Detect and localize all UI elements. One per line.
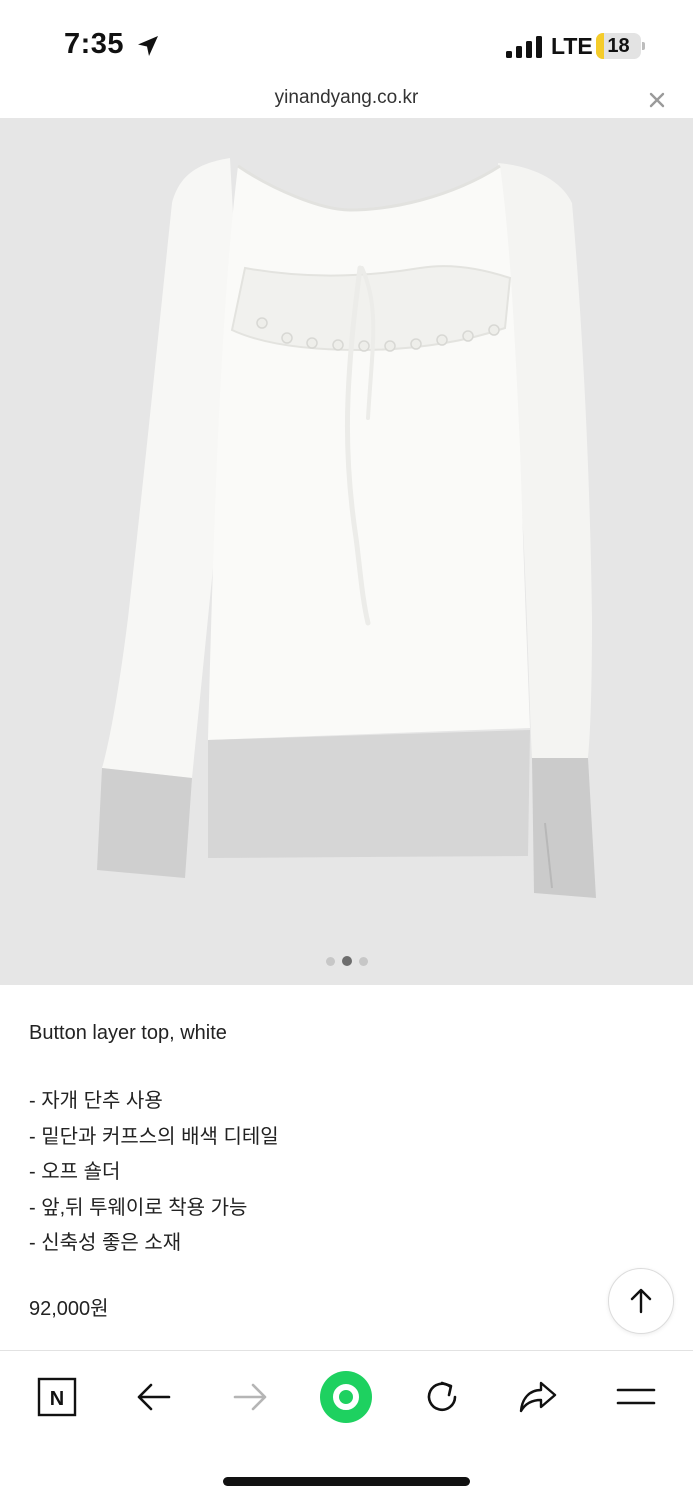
- feature-item: - 앞,뒤 투웨이로 착용 가능: [29, 1196, 248, 1219]
- network-type: LTE: [551, 33, 593, 59]
- feature-item: - 오프 숄더: [29, 1161, 121, 1183]
- arrow-right-icon: [233, 1383, 267, 1411]
- arrow-left-icon: [137, 1383, 171, 1411]
- battery-percent: 18: [607, 35, 630, 57]
- naver-home-button[interactable]: N: [29, 1369, 85, 1425]
- product-title: Button layer top, white: [29, 1022, 227, 1044]
- carousel-dot[interactable]: [325, 956, 335, 966]
- carousel-dots: [0, 954, 693, 968]
- feature-item: - 자개 단추 사용: [29, 1090, 163, 1112]
- battery-indicator: 18: [596, 33, 646, 59]
- url-text[interactable]: yinandyang.co.kr: [0, 86, 693, 110]
- home-indicator: [223, 1477, 470, 1486]
- product-image-carousel[interactable]: [0, 118, 693, 985]
- scroll-to-top-button[interactable]: [608, 1268, 674, 1334]
- forward-button[interactable]: [222, 1369, 278, 1425]
- cellular-signal-icon: [506, 36, 542, 58]
- share-button[interactable]: [510, 1369, 566, 1425]
- status-time: 7:35: [64, 28, 125, 60]
- browser-toolbar: N: [0, 1350, 693, 1500]
- menu-icon: [616, 1388, 656, 1405]
- white-long-sleeve-top-image: [97, 158, 596, 898]
- product-price: 92,000원: [29, 1298, 109, 1320]
- green-dot-button[interactable]: [318, 1369, 374, 1425]
- back-button[interactable]: [126, 1369, 182, 1425]
- reload-icon: [427, 1381, 457, 1412]
- carousel-dot-active[interactable]: [341, 956, 352, 966]
- product-description: Button layer top, white - 자개 단추 사용 - 밑단과…: [29, 1018, 649, 1262]
- svg-text:N: N: [50, 1388, 64, 1410]
- share-icon: [519, 1381, 557, 1413]
- feature-list: - 자개 단추 사용 - 밑단과 커프스의 배색 디테일 - 오프 숄더 - 앞…: [29, 1084, 649, 1262]
- menu-button[interactable]: [608, 1369, 664, 1425]
- carousel-dot[interactable]: [358, 956, 368, 966]
- feature-item: - 밑단과 커프스의 배색 디테일: [29, 1125, 279, 1148]
- url-bar: yinandyang.co.kr: [0, 86, 693, 118]
- status-bar: 7:35 LTE 18: [0, 0, 693, 86]
- close-icon[interactable]: [645, 88, 669, 112]
- naver-n-icon: N: [37, 1377, 77, 1417]
- location-arrow-icon: [138, 36, 158, 56]
- green-dot-icon: [320, 1371, 372, 1423]
- feature-item: - 신축성 좋은 소재: [29, 1232, 182, 1254]
- reload-button[interactable]: [414, 1369, 470, 1425]
- arrow-up-icon: [630, 1288, 652, 1314]
